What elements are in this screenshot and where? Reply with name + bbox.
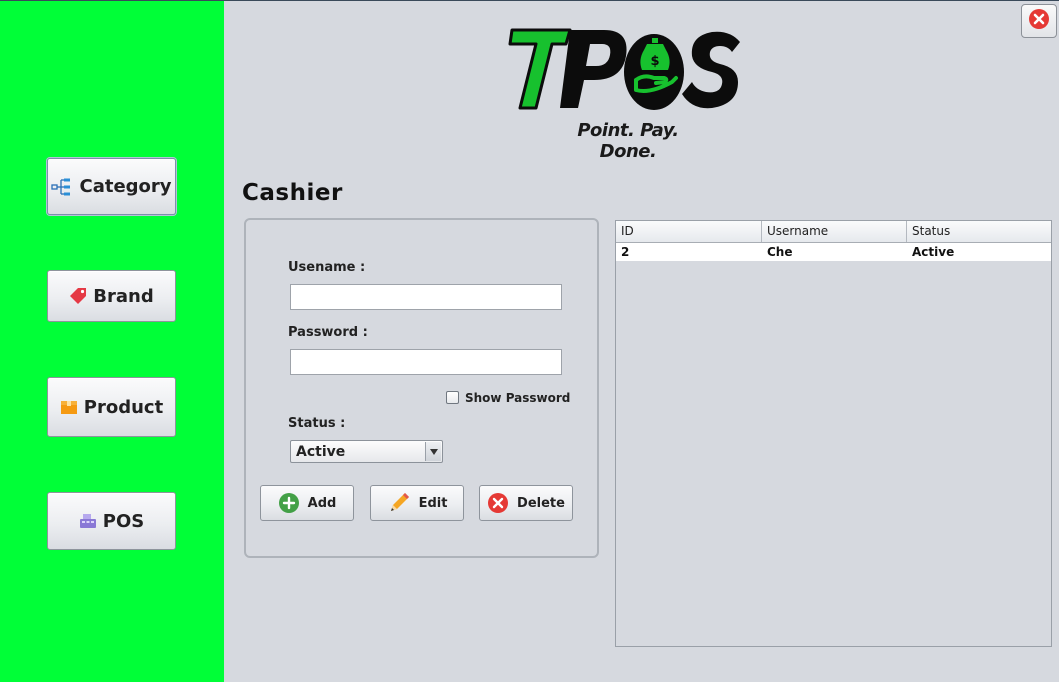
username-label: Usename : — [288, 260, 366, 275]
column-header-username[interactable]: Username — [762, 221, 907, 242]
add-icon — [278, 492, 300, 514]
sidebar: Category Brand Product POS — [0, 1, 224, 682]
password-field[interactable] — [290, 349, 562, 375]
table-cell-id: 2 — [621, 245, 630, 259]
sidebar-item-pos[interactable]: POS — [47, 492, 176, 550]
page-title: Cashier — [242, 180, 343, 206]
tag-icon — [69, 287, 87, 305]
chevron-down-icon[interactable] — [425, 442, 441, 461]
edit-button-label: Edit — [418, 495, 448, 511]
status-select[interactable]: Active — [290, 440, 443, 463]
column-header-id[interactable]: ID — [616, 221, 762, 242]
register-icon — [79, 513, 97, 529]
sidebar-item-product[interactable]: Product — [47, 377, 176, 437]
cashier-table[interactable]: ID Username Status 2 Che Active — [615, 220, 1052, 647]
close-button[interactable] — [1021, 4, 1057, 38]
svg-text:$: $ — [650, 54, 659, 69]
add-button[interactable]: Add — [260, 485, 354, 521]
sidebar-item-label: Product — [83, 396, 164, 418]
username-field[interactable] — [290, 284, 562, 310]
sidebar-item-brand[interactable]: Brand — [47, 270, 176, 322]
table-row[interactable]: 2 Che Active — [616, 243, 1051, 261]
show-password-checkbox[interactable] — [446, 391, 459, 404]
delete-button-label: Delete — [517, 495, 565, 511]
sidebar-item-label: Category — [79, 176, 172, 197]
sidebar-item-label: Brand — [93, 285, 154, 307]
add-button-label: Add — [307, 495, 337, 511]
sidebar-item-category[interactable]: Category — [47, 158, 176, 215]
category-icon — [51, 178, 73, 196]
show-password-label: Show Password — [465, 391, 571, 405]
close-icon — [1028, 8, 1050, 34]
table-header: ID Username Status — [616, 221, 1051, 243]
delete-button[interactable]: Delete — [479, 485, 573, 521]
pencil-icon — [387, 491, 411, 515]
logo-tagline: Point. Pay. Done. — [577, 120, 679, 162]
edit-button[interactable]: Edit — [370, 485, 464, 521]
status-label: Status : — [288, 416, 346, 431]
sidebar-item-label: POS — [102, 510, 145, 532]
table-cell-username: Che — [767, 245, 793, 259]
box-icon — [60, 398, 78, 416]
status-selected-value: Active — [296, 444, 346, 460]
table-cell-status: Active — [912, 245, 955, 259]
delete-icon — [487, 492, 509, 514]
password-label: Password : — [288, 325, 368, 340]
column-header-status[interactable]: Status — [907, 221, 1051, 242]
